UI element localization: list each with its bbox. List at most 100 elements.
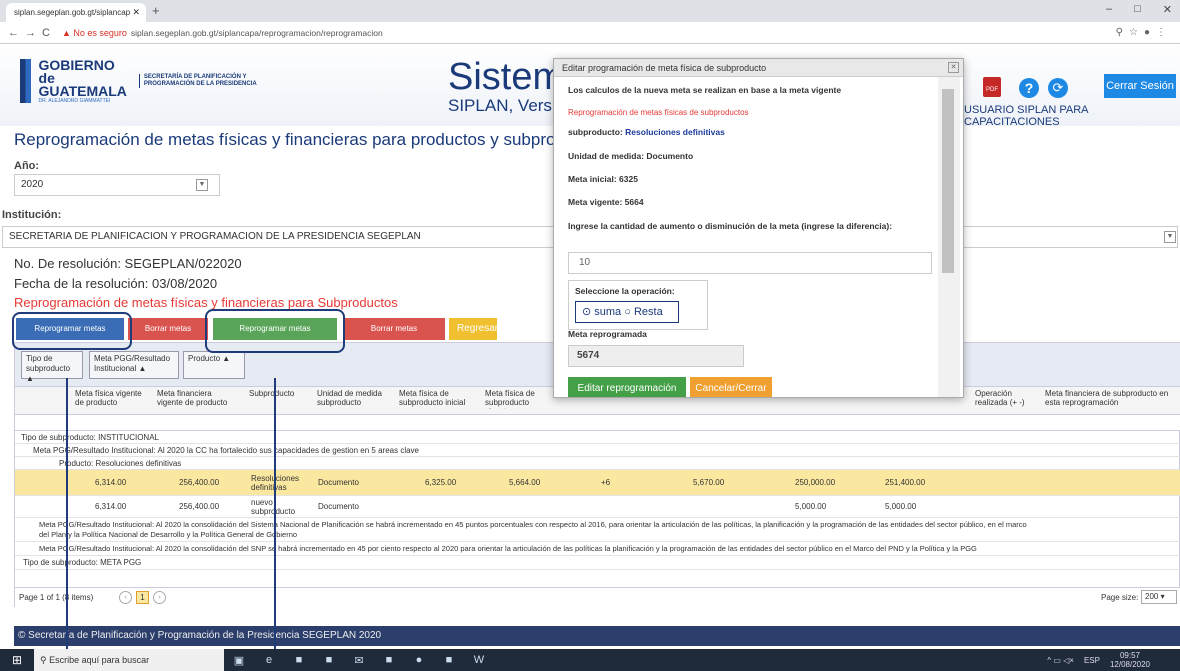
group-meta-label: Meta PGG/Resultado Institucional: Al 202… — [33, 445, 420, 455]
mail-icon[interactable]: ✉ — [344, 654, 374, 667]
col-meta-vigente[interactable]: Meta física de subproducto vigente — [485, 389, 555, 409]
year-label: Año: — [14, 160, 40, 172]
edit-goal-modal: Editar programación de meta física de su… — [553, 58, 964, 398]
delete-financial-button[interactable]: Borrar metas financieras — [343, 318, 445, 355]
app-icon[interactable]: ■ — [434, 654, 464, 666]
group-chip-meta[interactable]: Meta PGG/Resultado Institucional ▲ — [89, 351, 179, 379]
browser-actions[interactable]: ⚲☆●⋮ — [1116, 27, 1172, 38]
close-icon[interactable]: ✕ — [948, 62, 959, 73]
group-row-meta[interactable]: Meta PGG/Resultado Institucional: Al 202… — [15, 542, 1180, 556]
difference-input[interactable]: 10 — [568, 252, 932, 274]
radio-resta[interactable]: ○ Resta — [624, 306, 662, 318]
back-button[interactable]: Regresar — [449, 318, 498, 340]
system-title: Sistem — [448, 56, 565, 98]
group-chip-tipo[interactable]: Tipo de subproducto ▲ — [21, 351, 83, 383]
page-size-label: Page size: — [1101, 593, 1139, 602]
col-meta-inicial[interactable]: Meta física de subproducto inicial — [399, 389, 479, 407]
browser-tabbar: siplan.segeplan.gob.gt/siplancap ✕ + – □… — [0, 0, 1180, 22]
group-row-tipo[interactable]: Tipo de subproducto: META PGG — [15, 556, 1180, 570]
cell-meta-vigente: 5,664.00 — [509, 478, 541, 487]
minimize-icon[interactable]: – — [1106, 3, 1112, 16]
chrome-icon[interactable]: ● — [404, 654, 434, 666]
resolution-date: Fecha de la resolución: 03/08/2020 — [14, 276, 218, 291]
col-meta-financiera-reprog[interactable]: Meta financiera de subproducto en esta r… — [1045, 389, 1175, 407]
language-indicator[interactable]: ESP — [1084, 656, 1100, 665]
maximize-icon[interactable]: □ — [1134, 3, 1141, 16]
cell-financiera-vigente: 251,400.00 — [885, 478, 926, 487]
chevron-down-icon[interactable]: ▼ — [196, 179, 208, 191]
tray-icons[interactable]: ^ ▭ ◁× — [1047, 656, 1074, 665]
modal-header: Editar programación de meta física de su… — [554, 59, 963, 77]
cancel-button[interactable]: Cancelar/Cerrar — [690, 377, 772, 397]
page-size-select[interactable]: 200 ▾ — [1141, 590, 1177, 604]
task-view-icon[interactable]: ▣ — [224, 654, 254, 667]
pdf-icon[interactable]: PDF — [983, 77, 1001, 97]
subproducto-value: Resoluciones definitivas — [625, 127, 725, 137]
modal-subtitle: Reprogramación de metas físicas de subpr… — [568, 108, 749, 117]
clock[interactable]: 09:57 12/08/2020 — [1110, 651, 1150, 669]
col-operacion[interactable]: Operación realizada (+ -) — [975, 389, 1039, 407]
group-row-meta[interactable]: Meta PGG/Resultado Institucional: Al 202… — [15, 518, 1180, 542]
operation-radio-group: ⊙ suma ○ Resta — [575, 301, 679, 323]
app-icon[interactable]: ■ — [284, 654, 314, 666]
tab-close-icon[interactable]: ✕ — [132, 7, 140, 18]
edge-icon[interactable]: e — [254, 654, 284, 666]
edit-reprogram-button[interactable]: Editar reprogramación — [568, 377, 686, 397]
outlook-icon[interactable]: ■ — [374, 654, 404, 666]
result-field: 5674 — [568, 345, 744, 367]
insecure-warning[interactable]: ▲ No es seguro — [62, 28, 127, 38]
group-row-meta[interactable]: Meta PGG/Resultado Institucional: Al 202… — [15, 444, 1180, 457]
institution-label: Institución: — [2, 209, 62, 221]
highlight-box — [12, 312, 132, 350]
col-meta-fisica-producto[interactable]: Meta física vigente de producto — [75, 389, 151, 407]
modal-info: Los calculos de la nueva meta se realiza… — [568, 85, 842, 95]
cell-meta-fisica: 6,314.00 — [95, 502, 127, 511]
new-tab-button[interactable]: + — [152, 3, 160, 18]
col-subproducto[interactable]: Subproducto — [249, 389, 309, 398]
logout-button[interactable]: Cerrar Sesión — [1104, 74, 1176, 98]
os-taskbar: ⊞ ⚲ Escribe aquí para buscar ▣ e ■ ■ ✉ ■… — [0, 649, 1180, 671]
windows-icon[interactable]: ⊞ — [0, 653, 34, 667]
table-row[interactable]: 6,314.00 256,400.00 Resoluciones definit… — [15, 470, 1180, 496]
col-unidad-medida[interactable]: Unidad de medida subproducto — [317, 389, 393, 407]
modal-scrollbar[interactable] — [938, 77, 960, 397]
group-row-producto[interactable]: Producto: Resoluciones definitivas — [15, 457, 1180, 470]
nav-buttons[interactable]: ←→C — [8, 27, 56, 39]
next-page-icon[interactable]: › — [153, 591, 166, 604]
scroll-thumb[interactable] — [942, 89, 954, 273]
group-producto-label: Producto: Resoluciones definitivas — [59, 458, 182, 468]
chevron-down-icon[interactable]: ▼ — [1164, 231, 1176, 243]
refresh-icon[interactable]: ⟳ — [1048, 78, 1068, 98]
year-select[interactable]: 2020 — [14, 174, 220, 196]
store-icon[interactable]: ■ — [314, 654, 344, 666]
cell-financiera-inicial: 250,000.00 — [795, 478, 836, 487]
prev-page-icon[interactable]: ‹ — [119, 591, 132, 604]
close-window-icon[interactable]: ✕ — [1163, 3, 1172, 16]
page-title: Reprogramación de metas físicas y financ… — [14, 130, 554, 149]
word-icon[interactable]: W — [464, 654, 494, 666]
page-number[interactable]: 1 — [136, 591, 149, 604]
filter-row[interactable] — [15, 415, 1180, 431]
group-row-tipo[interactable]: Tipo de subproducto: INSTITUCIONAL — [15, 431, 1180, 444]
pager: Page 1 of 1 (8 items) ‹ 1 › Page size: 2… — [15, 587, 1180, 607]
group-meta-label-cont: del Plan y la Política Nacional de Desar… — [39, 530, 298, 539]
table-row[interactable]: 6,314.00 256,400.00 nuevo subproducto Do… — [15, 496, 1180, 518]
group-chip-producto[interactable]: Producto ▲ — [183, 351, 245, 379]
browser-tab[interactable]: siplan.segeplan.gob.gt/siplancap ✕ — [6, 3, 146, 22]
group-meta-label: Meta PGG/Resultado Institucional: Al 202… — [39, 544, 977, 553]
col-meta-financiera-producto[interactable]: Meta financiera vigente de producto — [157, 389, 239, 407]
radio-suma[interactable]: ⊙ suma — [582, 306, 621, 318]
cell-unidad: Documento — [318, 478, 359, 487]
window-controls: – □ ✕ — [1106, 3, 1172, 16]
url-field[interactable]: siplan.segeplan.gob.gt/siplancapa/reprog… — [131, 28, 383, 38]
taskbar-search[interactable]: ⚲ Escribe aquí para buscar — [34, 649, 224, 671]
secretaria-label: SECRETARÍA DE PLANIFICACIÓN Y PROGRAMACI… — [138, 74, 258, 88]
resolution-number: No. De resolución: SEGEPLAN/022020 — [14, 256, 242, 271]
cell-operacion: +6 — [601, 478, 611, 487]
page-footer: © Secretaría de Planificación y Programa… — [14, 626, 1180, 646]
delete-physical-button[interactable]: Borrar metas físicas — [128, 318, 208, 355]
help-icon[interactable]: ? — [1019, 78, 1039, 98]
group-meta-label: Meta PGG/Resultado Institucional: Al 202… — [39, 520, 1027, 529]
modal-subproducto: subproducto: Resoluciones definitivas — [568, 127, 725, 137]
modal-meta-inicial: Meta inicial: 6325 — [568, 174, 638, 184]
